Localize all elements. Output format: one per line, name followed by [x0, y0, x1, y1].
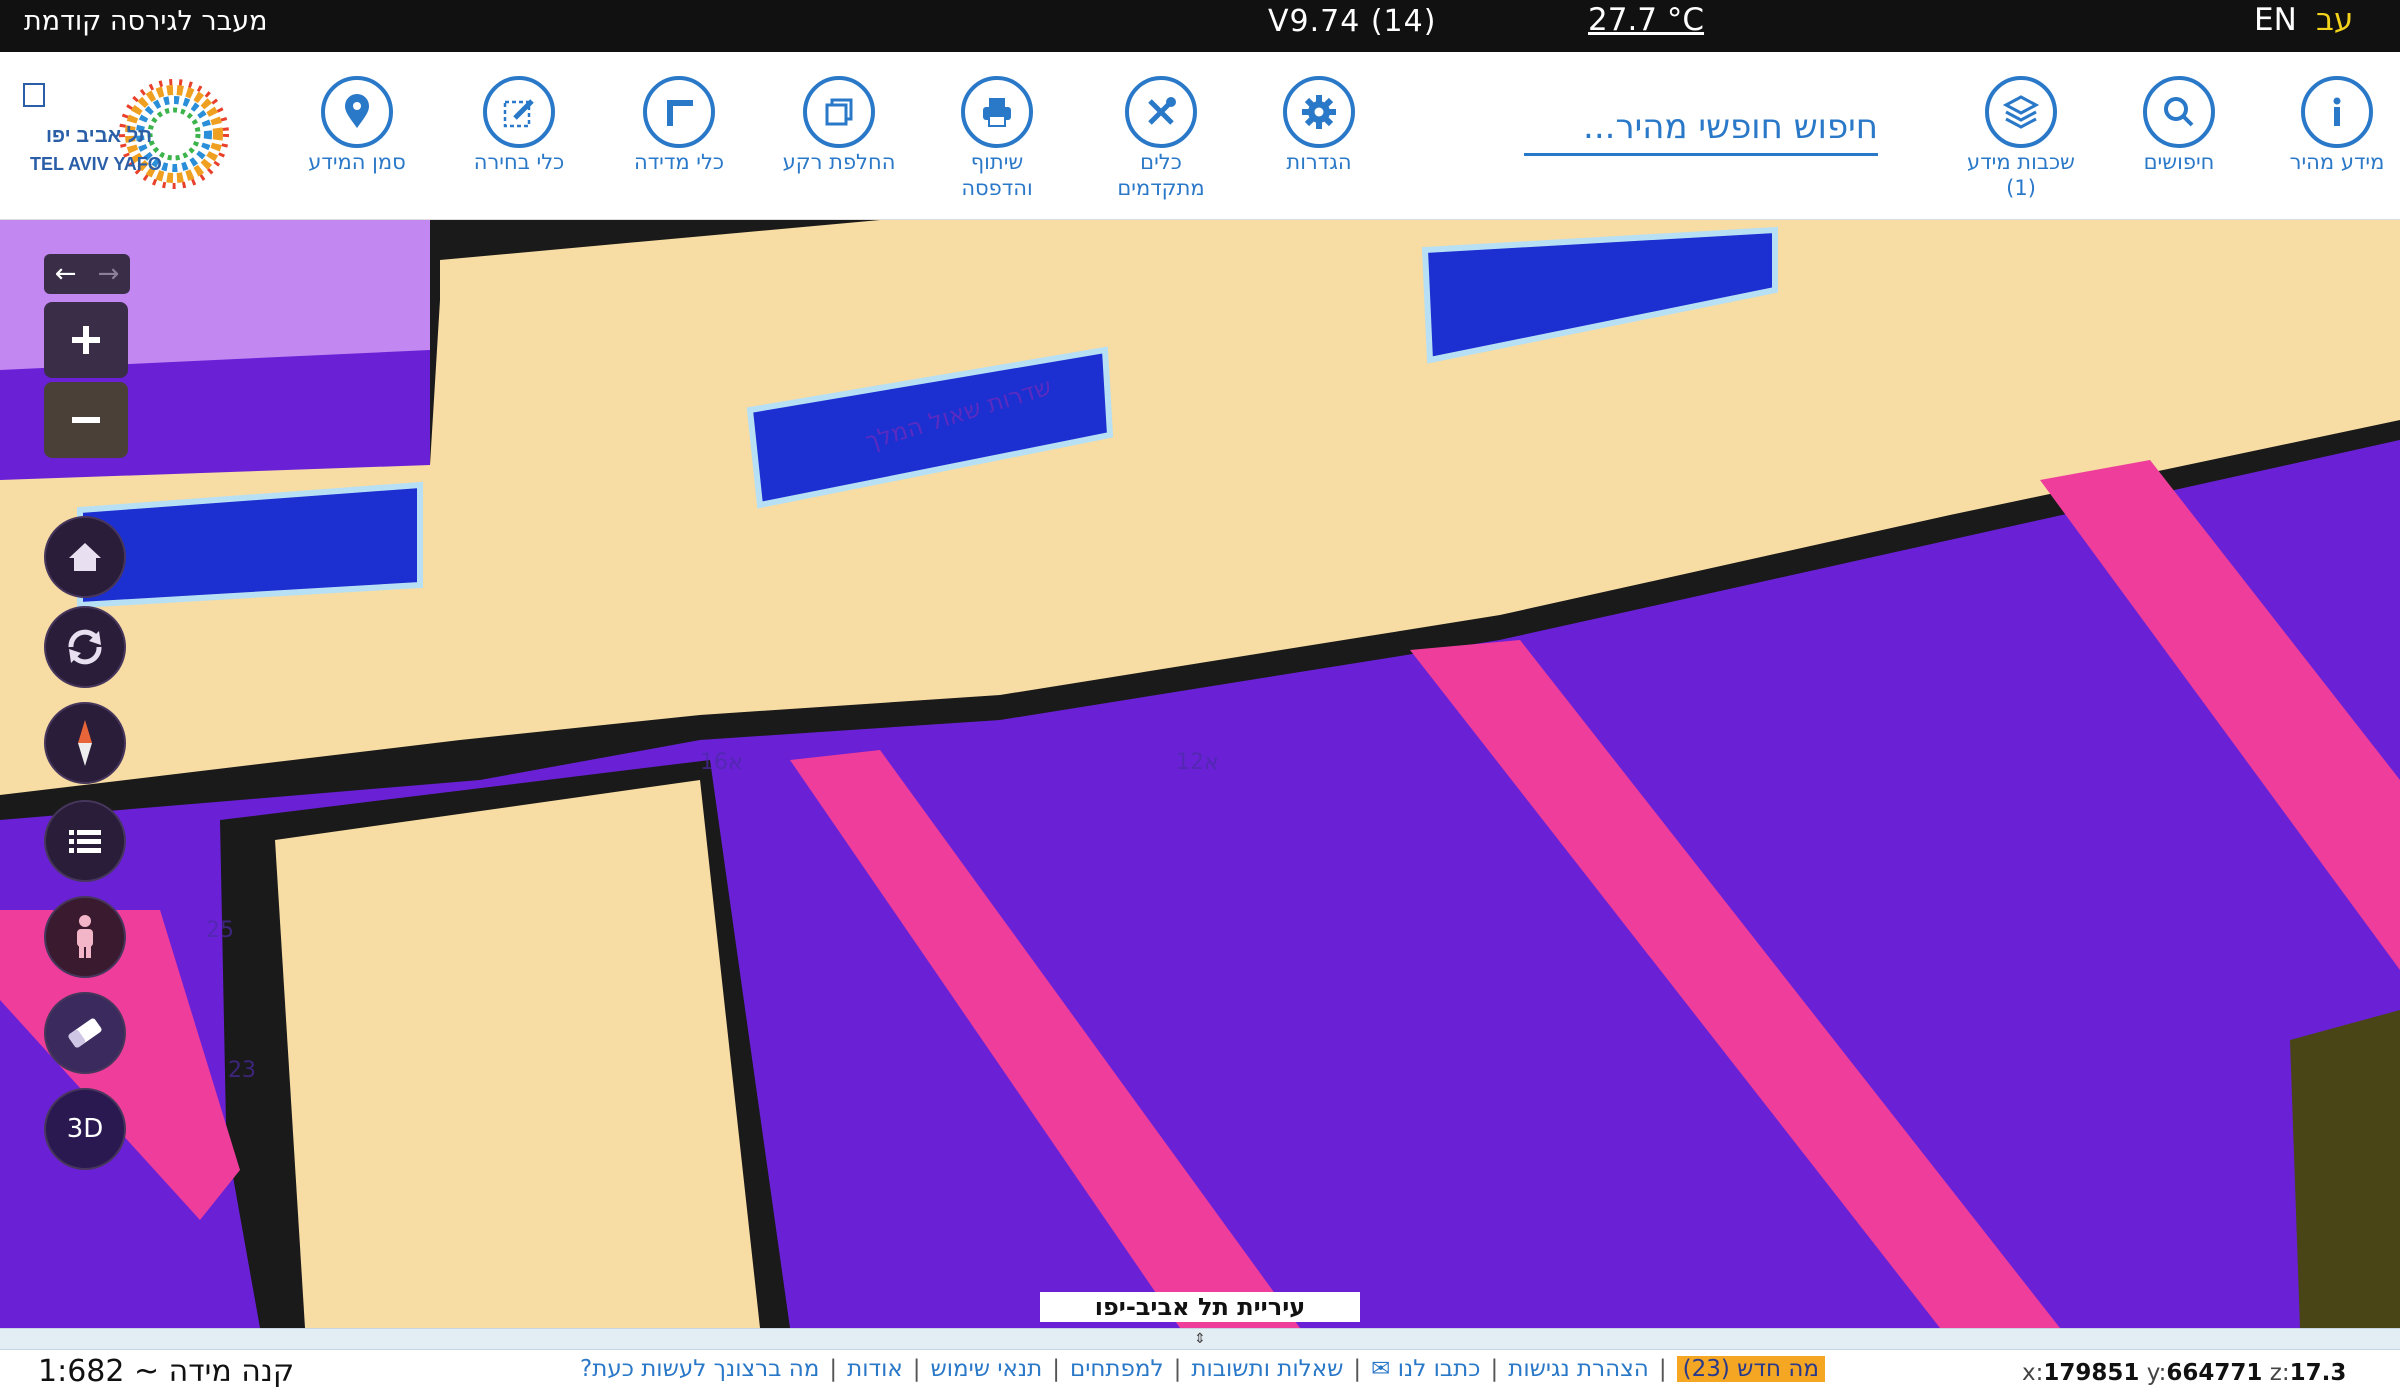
- refresh-button[interactable]: [44, 606, 126, 688]
- info-icon: [2301, 76, 2373, 148]
- house-number-label: 23: [228, 1058, 256, 1083]
- house-number-label: 12א: [1176, 750, 1219, 775]
- info-marker-button[interactable]: סמן המידע: [282, 76, 432, 174]
- logo-text: תל אביב יפו: [46, 125, 152, 147]
- eraser-button[interactable]: [44, 992, 126, 1074]
- zoom-level: 17.3: [2289, 1360, 2347, 1386]
- whats-new-link[interactable]: מה חדש (23): [1676, 1356, 1825, 1382]
- layers-count: (1): [2006, 176, 2036, 200]
- faq-link[interactable]: שאלות ותשובות: [1191, 1356, 1343, 1382]
- terms-link[interactable]: תנאי שימוש: [930, 1356, 1042, 1382]
- list-icon: [69, 830, 101, 853]
- quick-info-label: מידע מהיר: [2289, 150, 2385, 174]
- top-bar: מעבר לגירסה קודמת V9.74 (14) 27.7 °C EN …: [0, 0, 2400, 52]
- separator: |: [1658, 1356, 1667, 1382]
- back-arrow-icon[interactable]: ←: [44, 254, 87, 294]
- share-print-label-2: והדפסה: [961, 176, 1033, 200]
- printer-icon: [961, 76, 1033, 148]
- layers-button[interactable]: שכבות מידע (1): [1946, 76, 2096, 200]
- searches-button[interactable]: חיפושים: [2104, 76, 2254, 174]
- compass-button[interactable]: [44, 702, 126, 784]
- street-view-button[interactable]: [44, 896, 126, 978]
- search-icon: [2143, 76, 2215, 148]
- separator: |: [1173, 1356, 1182, 1382]
- zoom-out-button[interactable]: [44, 382, 128, 458]
- advanced-tools-label-1: כלים: [1140, 150, 1182, 174]
- settings-button[interactable]: הגדרות: [1244, 76, 1394, 174]
- minus-icon: [72, 417, 100, 423]
- accessibility-link[interactable]: הצהרת נגישות: [1508, 1356, 1649, 1382]
- measure-tools-label: כלי מדידה: [633, 150, 725, 174]
- legend-button[interactable]: [44, 800, 126, 882]
- quick-search-input[interactable]: [1524, 100, 1878, 156]
- separator: |: [1052, 1356, 1060, 1382]
- searches-label: חיפושים: [2143, 150, 2215, 174]
- basemap-icon: [803, 76, 875, 148]
- settings-label: הגדרות: [1286, 150, 1352, 174]
- previous-version-link[interactable]: מעבר לגירסה קודמת: [24, 6, 268, 37]
- contact-link[interactable]: כתבו לנו ✉: [1371, 1356, 1480, 1382]
- z-label: z:: [2269, 1360, 2290, 1386]
- footer-resize-handle[interactable]: ⇕: [0, 1328, 2400, 1350]
- separator: |: [912, 1356, 921, 1382]
- separator: |: [1490, 1356, 1499, 1382]
- scale-indicator: קנה מידה ~ 1:682: [38, 1354, 295, 1389]
- share-print-label-1: שיתוף: [970, 150, 1024, 174]
- y-coordinate: 664771: [2166, 1360, 2263, 1386]
- 3d-toggle-button[interactable]: 3D: [44, 1088, 126, 1170]
- history-nav: ← →: [44, 254, 130, 294]
- coordinates-readout: x:179851 y:664771 z:17.3: [2022, 1360, 2346, 1386]
- advanced-tools-button[interactable]: כלים מתקדמים: [1086, 76, 1236, 200]
- tel-aviv-logo[interactable]: תל אביב יפו TEL AVIV YAFO: [22, 78, 252, 198]
- x-label: x:: [2022, 1360, 2044, 1386]
- x-coordinate: 179851: [2043, 1360, 2140, 1386]
- footer: קנה מידה ~ 1:682 מה חדש (23) | הצהרת נגי…: [0, 1350, 2400, 1392]
- basemap-label: החלפת רקע: [782, 150, 896, 174]
- resize-arrows-icon: ⇕: [1194, 1331, 1206, 1347]
- logo-text-en: TEL AVIV YAFO: [30, 154, 162, 174]
- house-number-label: 16א: [700, 750, 743, 775]
- layers-label: שכבות מידע: [1967, 150, 2075, 174]
- forward-arrow-icon[interactable]: →: [87, 254, 130, 294]
- y-label: y:: [2146, 1360, 2167, 1386]
- quick-info-button[interactable]: מידע מהיר: [2262, 76, 2400, 174]
- language-he-button[interactable]: עב: [2316, 2, 2353, 38]
- language-en-button[interactable]: EN: [2254, 2, 2297, 38]
- map-canvas[interactable]: שדרות שאול המלך 16א 12א 25 23 ← → 3D עיר…: [0, 220, 2400, 1328]
- compass-icon: [78, 720, 92, 766]
- temperature-link[interactable]: 27.7 °C: [1588, 2, 1704, 38]
- zoom-in-button[interactable]: [44, 302, 128, 378]
- refresh-icon: [68, 629, 102, 665]
- select-tools-label: כלי בחירה: [473, 150, 565, 174]
- version-label: V9.74 (14): [1268, 4, 1437, 39]
- toolbar: מידע מהיר חיפושים שכבות מידע (1) הגדרות …: [0, 52, 2400, 220]
- plus-icon: [72, 326, 100, 354]
- eraser-icon: [68, 1018, 102, 1048]
- about-link[interactable]: אודות: [847, 1356, 903, 1382]
- svg-text:TEL AVIV YAFO: TEL AVIV YAFO: [30, 154, 162, 174]
- person-icon: [77, 915, 93, 958]
- map-pin-icon: [321, 76, 393, 148]
- footer-links: מה חדש (23) | הצהרת נגישות | כתבו לנו ✉ …: [580, 1356, 1825, 1382]
- select-tools-button[interactable]: כלי בחירה: [444, 76, 594, 174]
- select-pencil-icon: [483, 76, 555, 148]
- advanced-tools-label-2: מתקדמים: [1117, 176, 1205, 200]
- ruler-icon: [643, 76, 715, 148]
- basemap-switch-button[interactable]: החלפת רקע: [764, 76, 914, 174]
- home-button[interactable]: [44, 516, 126, 598]
- info-marker-label: סמן המידע: [308, 150, 406, 174]
- what-to-do-link[interactable]: מה ברצונך לעשות כעת?: [580, 1356, 819, 1382]
- separator: |: [1353, 1356, 1362, 1382]
- house-number-label: 25: [206, 918, 234, 943]
- share-print-button[interactable]: שיתוף והדפסה: [922, 76, 1072, 200]
- measure-tools-button[interactable]: כלי מדידה: [604, 76, 754, 174]
- tools-icon: [1125, 76, 1197, 148]
- layers-icon: [1985, 76, 2057, 148]
- city-attribution-label: עיריית תל אביב-יפו: [1040, 1292, 1360, 1322]
- home-icon: [69, 543, 101, 571]
- gear-icon: [1283, 76, 1355, 148]
- developers-link[interactable]: למפתחים: [1070, 1356, 1164, 1382]
- separator: |: [829, 1356, 838, 1382]
